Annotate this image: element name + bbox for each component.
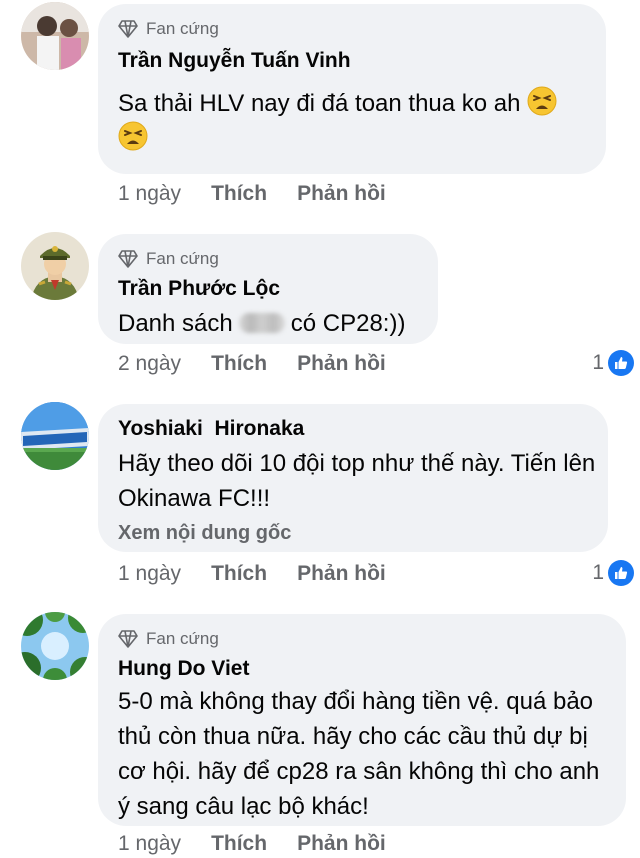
- reaction-count: 1: [592, 351, 604, 374]
- badge-label: Fan cứng: [146, 629, 219, 648]
- reaction-summary[interactable]: 1: [592, 560, 634, 586]
- thumbs-up-icon: [608, 350, 634, 376]
- avatar[interactable]: [21, 402, 89, 470]
- top-fan-badge: Fan cứng: [118, 18, 586, 40]
- top-fan-badge: Fan cứng: [118, 628, 606, 650]
- comment-bubble: Yoshiaki Hironaka Hãy theo dõi 10 đội to…: [98, 404, 608, 552]
- reaction-count: 1: [592, 561, 604, 584]
- like-button[interactable]: Thích: [211, 352, 267, 376]
- see-original-link[interactable]: Xem nội dung gốc: [118, 522, 588, 545]
- comment-timestamp[interactable]: 1 ngày: [118, 182, 181, 206]
- reply-button[interactable]: Phản hồi: [297, 832, 386, 856]
- comment-timestamp[interactable]: 1 ngày: [118, 832, 181, 856]
- reaction-summary[interactable]: 1: [592, 350, 634, 376]
- tired-face-emoji-icon: [527, 86, 557, 116]
- avatar[interactable]: [21, 232, 89, 300]
- comment-text-after: có CP28:)): [290, 310, 406, 337]
- comment-timestamp[interactable]: 1 ngày: [118, 562, 181, 586]
- comment-actions: 2 ngày Thích Phản hồi: [118, 352, 416, 376]
- comment-bubble: Fan cứng Hung Do Viet 5-0 mà không thay …: [98, 614, 626, 826]
- comment-text-before: Danh sách: [118, 310, 233, 337]
- censored-name: [238, 313, 285, 333]
- badge-label: Fan cứng: [146, 19, 219, 38]
- comment-text: Hãy theo dõi 10 đội top như thế này. Tiế…: [118, 450, 596, 512]
- comment-text: 5-0 mà không thay đổi hàng tiền vệ. quá …: [118, 688, 600, 820]
- comment-text: Sa thải HLV nay đi đá toan thua ko ah: [118, 86, 586, 156]
- comment-text: Danh sách có CP28:)): [118, 306, 418, 341]
- like-button[interactable]: Thích: [211, 182, 267, 206]
- comment-actions: 1 ngày Thích Phản hồi: [118, 562, 416, 586]
- like-button[interactable]: Thích: [211, 832, 267, 856]
- tired-face-emoji-icon: [118, 121, 148, 151]
- thumbs-up-icon: [608, 560, 634, 586]
- reply-button[interactable]: Phản hồi: [297, 562, 386, 586]
- reply-button[interactable]: Phản hồi: [297, 182, 386, 206]
- top-fan-badge: Fan cứng: [118, 248, 418, 270]
- avatar[interactable]: [21, 612, 89, 680]
- badge-label: Fan cứng: [146, 249, 219, 268]
- comment-author[interactable]: Yoshiaki Hironaka: [118, 416, 588, 442]
- comment-timestamp[interactable]: 2 ngày: [118, 352, 181, 376]
- comment-actions: 1 ngày Thích Phản hồi: [118, 182, 416, 206]
- comment-author[interactable]: Trần Phước Lộc: [118, 276, 418, 302]
- comment-text-content: Sa thải HLV nay đi đá toan thua ko ah: [118, 90, 521, 117]
- avatar[interactable]: [21, 2, 89, 70]
- comment-bubble: Fan cứng Trần Phước Lộc Danh sách có CP28…: [98, 234, 438, 344]
- diamond-icon: [118, 630, 138, 648]
- comment-actions: 1 ngày Thích Phản hồi: [118, 832, 416, 856]
- comment-bubble: Fan cứng Trần Nguyễn Tuấn Vinh Sa thải H…: [98, 4, 606, 174]
- diamond-icon: [118, 20, 138, 38]
- diamond-icon: [118, 250, 138, 268]
- comment-author[interactable]: Trần Nguyễn Tuấn Vinh: [118, 48, 586, 74]
- reply-button[interactable]: Phản hồi: [297, 352, 386, 376]
- like-button[interactable]: Thích: [211, 562, 267, 586]
- comment-author[interactable]: Hung Do Viet: [118, 656, 606, 682]
